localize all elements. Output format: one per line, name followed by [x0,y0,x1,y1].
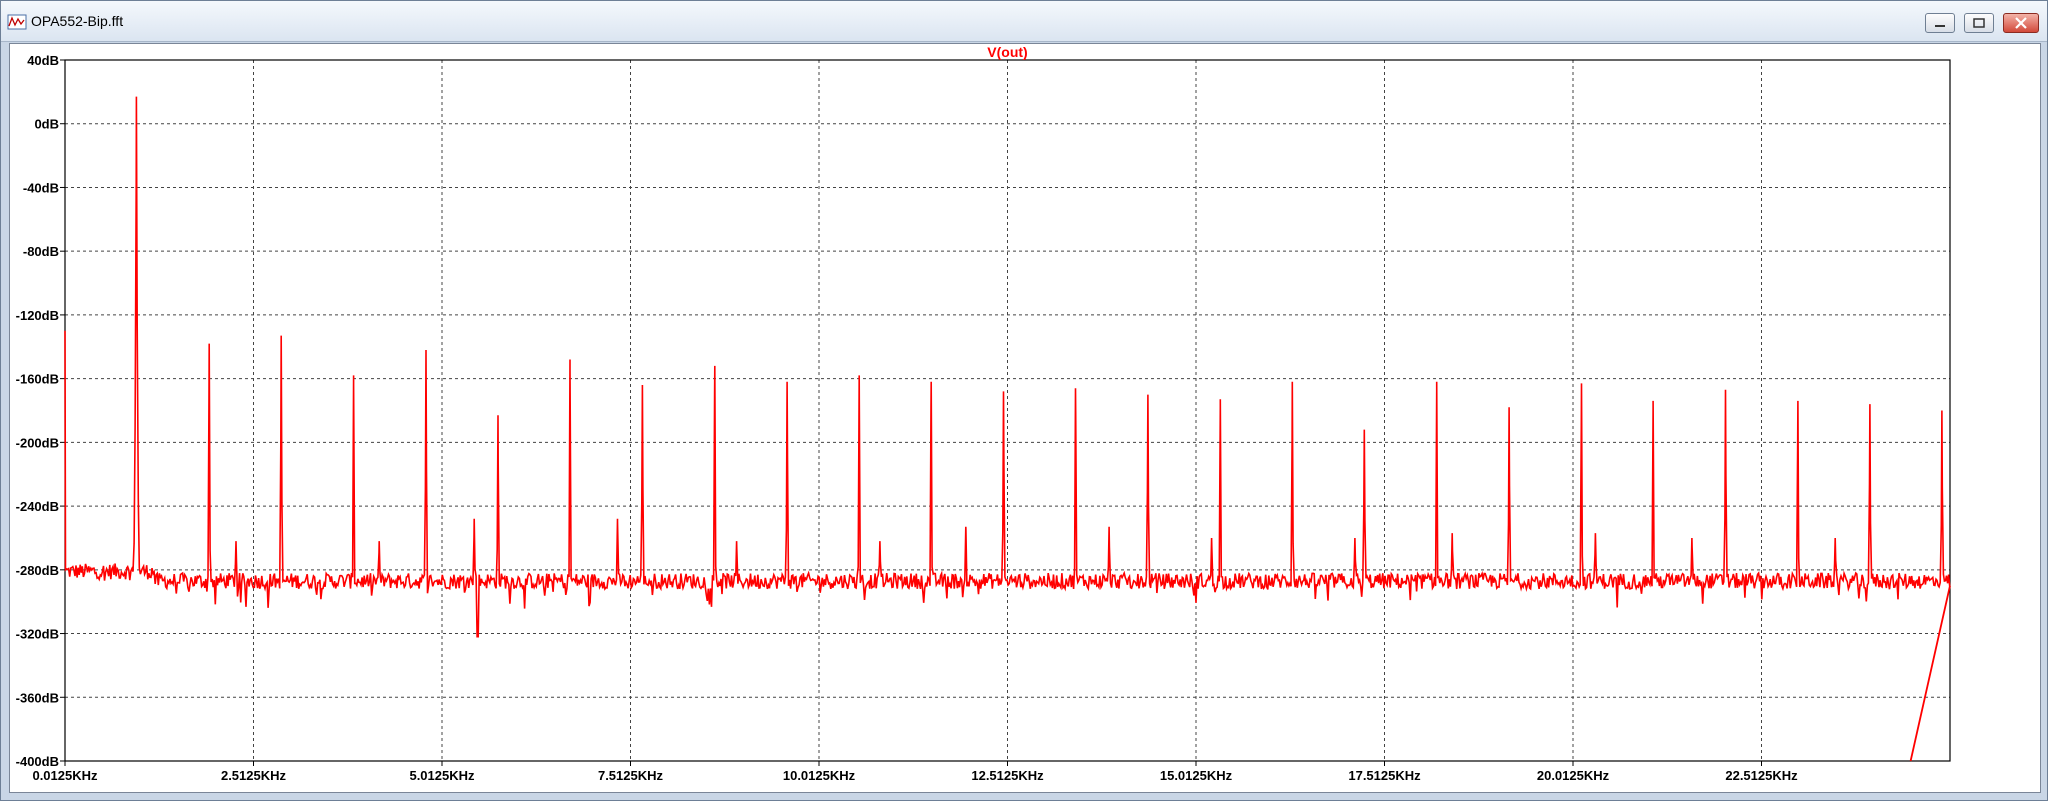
plot-title[interactable]: V(out) [987,44,1027,60]
window-title: OPA552-Bip.fft [31,13,124,29]
y-tick-label: -80dB [23,244,59,259]
fft-window: OPA552-Bip.fft 40dB 0dB -40dB -80dB -120dB -1… [0,0,2048,801]
title-bar[interactable]: OPA552-Bip.fft [1,1,2047,42]
x-tick-label: 22.5125KHz [1725,768,1798,783]
minimize-button[interactable] [1925,13,1955,33]
x-tick-label: 7.5125KHz [598,768,664,783]
y-tick-label: 40dB [27,53,59,68]
waveform-app-icon [7,14,27,30]
x-axis: 0.0125KHz 2.5125KHz 5.0125KHz 7.5125KHz 10.0… [32,761,1798,783]
y-tick-label: -40dB [23,180,59,195]
y-tick-label: 0dB [34,117,59,132]
maximize-button[interactable] [1964,13,1994,33]
close-icon [2015,17,2027,29]
y-tick-label: -160dB [16,372,59,387]
close-button[interactable] [2003,13,2039,33]
trace-edge-segment [1909,585,1951,762]
y-tick-label: -280dB [16,563,59,578]
fft-plot[interactable]: 40dB 0dB -40dB -80dB -120dB -160dB -200dB -240d… [10,44,2040,792]
grid [65,60,1950,761]
y-tick-label: -120dB [16,308,59,323]
y-tick-label: -320dB [16,627,59,642]
x-tick-label: 2.5125KHz [221,768,287,783]
y-tick-label: -200dB [16,435,59,450]
y-tick-label: -400dB [16,754,59,769]
x-tick-label: 20.0125KHz [1537,768,1610,783]
plot-pane[interactable]: 40dB 0dB -40dB -80dB -120dB -160dB -200dB -240d… [9,43,2041,793]
y-axis: 40dB 0dB -40dB -80dB -120dB -160dB -200dB -240d… [16,53,65,769]
x-tick-label: 10.0125KHz [783,768,856,783]
y-tick-label: -240dB [16,499,59,514]
minimize-icon [1935,25,1945,27]
x-tick-label: 17.5125KHz [1348,768,1421,783]
x-tick-label: 5.0125KHz [409,768,475,783]
y-tick-label: -360dB [16,690,59,705]
x-tick-label: 12.5125KHz [971,768,1044,783]
restore-icon [1973,18,1985,28]
x-tick-label: 0.0125KHz [32,768,98,783]
x-tick-label: 15.0125KHz [1160,768,1233,783]
